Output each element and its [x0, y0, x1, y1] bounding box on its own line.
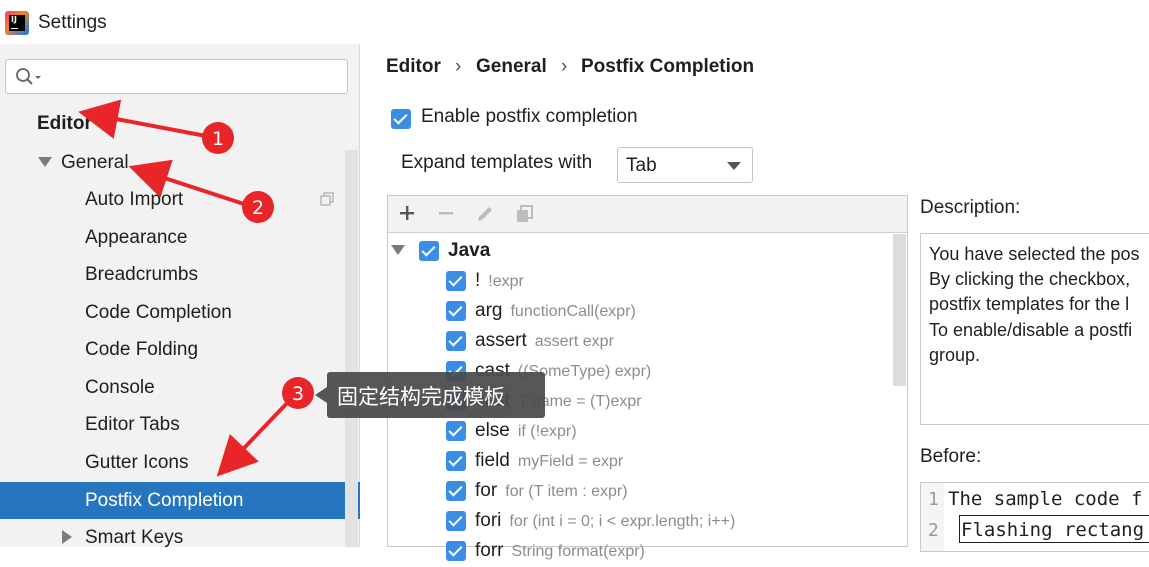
tree-item-gutter-icons[interactable]: Gutter Icons	[85, 445, 189, 481]
description-label: Description:	[920, 197, 1021, 218]
tree-item-auto-import[interactable]: Auto Import	[85, 182, 183, 218]
tree-item-editor[interactable]: Editor	[37, 106, 92, 142]
tree-item-appearance[interactable]: Appearance	[85, 220, 187, 256]
sidebar-scrollbar[interactable]	[345, 150, 358, 547]
template-checkbox[interactable]	[446, 541, 466, 561]
tree-item-breadcrumbs[interactable]: Breadcrumbs	[85, 257, 198, 293]
template-row[interactable]: else if (!expr)	[475, 416, 577, 446]
java-group-label: Java	[448, 240, 491, 261]
templates-scrollbar[interactable]	[893, 234, 906, 386]
code-line: Flashing rectang	[961, 519, 1145, 541]
add-icon[interactable]	[398, 204, 416, 222]
template-row[interactable]: assert assert expr	[475, 326, 614, 356]
breadcrumb-separator: ›	[561, 56, 568, 77]
template-checkbox[interactable]	[446, 331, 466, 351]
tree-item-code-completion[interactable]: Code Completion	[85, 295, 232, 331]
expand-key-select[interactable]: Tab	[617, 147, 753, 183]
title-bar: IJ Settings	[0, 0, 1149, 44]
template-row[interactable]: ! !expr	[475, 266, 524, 296]
template-checkbox[interactable]	[446, 451, 466, 471]
template-row[interactable]: field myField = expr	[475, 446, 623, 476]
annotation-tooltip: 固定结构完成模板	[315, 372, 545, 418]
collapse-arrow-icon[interactable]	[62, 530, 72, 544]
tree-item-console[interactable]: Console	[85, 370, 155, 406]
expand-templates-label: Expand templates with	[401, 152, 593, 173]
expand-arrow-icon[interactable]	[38, 157, 52, 167]
duplicate-icon[interactable]	[515, 204, 535, 224]
java-group-checkbox[interactable]	[419, 241, 439, 261]
template-checkbox[interactable]	[446, 481, 466, 501]
expand-key-value: Tab	[626, 155, 657, 176]
before-code-preview: 1 2 The sample code f Flashing rectang	[920, 482, 1149, 552]
window-title: Settings	[38, 12, 107, 33]
template-row[interactable]: fori for (int i = 0; i < expr.length; i++…	[475, 506, 735, 536]
before-label: Before:	[920, 446, 982, 467]
remove-icon[interactable]	[437, 204, 455, 222]
line-number: 1	[928, 489, 939, 510]
template-checkbox[interactable]	[446, 421, 466, 441]
enable-postfix-label[interactable]: Enable postfix completion	[421, 106, 638, 128]
tree-item-editor-tabs[interactable]: Editor Tabs	[85, 407, 180, 443]
breadcrumb-postfix-completion: Postfix Completion	[581, 56, 755, 77]
settings-sidebar: Editor General Auto Import Appearance Br…	[0, 44, 360, 548]
templates-toolbar	[388, 196, 907, 233]
template-row[interactable]: arg functionCall(expr)	[475, 296, 636, 326]
template-checkbox[interactable]	[446, 511, 466, 531]
tree-item-postfix-completion[interactable]: Postfix Completion	[0, 482, 360, 519]
line-number: 2	[928, 520, 939, 541]
breadcrumb-editor[interactable]: Editor	[386, 56, 441, 78]
breadcrumb-separator: ›	[455, 56, 462, 77]
template-checkbox[interactable]	[446, 271, 466, 291]
expand-arrow-icon[interactable]	[391, 245, 405, 255]
chevron-down-icon	[727, 162, 741, 170]
template-row[interactable]: forr String format(expr)	[475, 536, 645, 566]
search-input[interactable]	[5, 59, 348, 94]
tree-item-general[interactable]: General	[61, 145, 129, 181]
search-icon	[16, 68, 41, 85]
edit-icon[interactable]	[475, 204, 495, 224]
description-text: You have selected the pos By clicking th…	[920, 233, 1149, 425]
template-row[interactable]: for for (T item : expr)	[475, 476, 628, 506]
code-line: The sample code f	[948, 488, 1143, 510]
enable-postfix-checkbox[interactable]	[391, 109, 411, 129]
copy-settings-icon	[320, 192, 334, 206]
template-checkbox[interactable]	[446, 301, 466, 321]
breadcrumb-general[interactable]: General	[476, 56, 547, 78]
tree-item-code-folding[interactable]: Code Folding	[85, 332, 198, 368]
tree-item-smart-keys[interactable]: Smart Keys	[85, 520, 183, 556]
intellij-app-icon: IJ	[5, 11, 29, 35]
tree-item-label: Postfix Completion	[85, 490, 244, 511]
